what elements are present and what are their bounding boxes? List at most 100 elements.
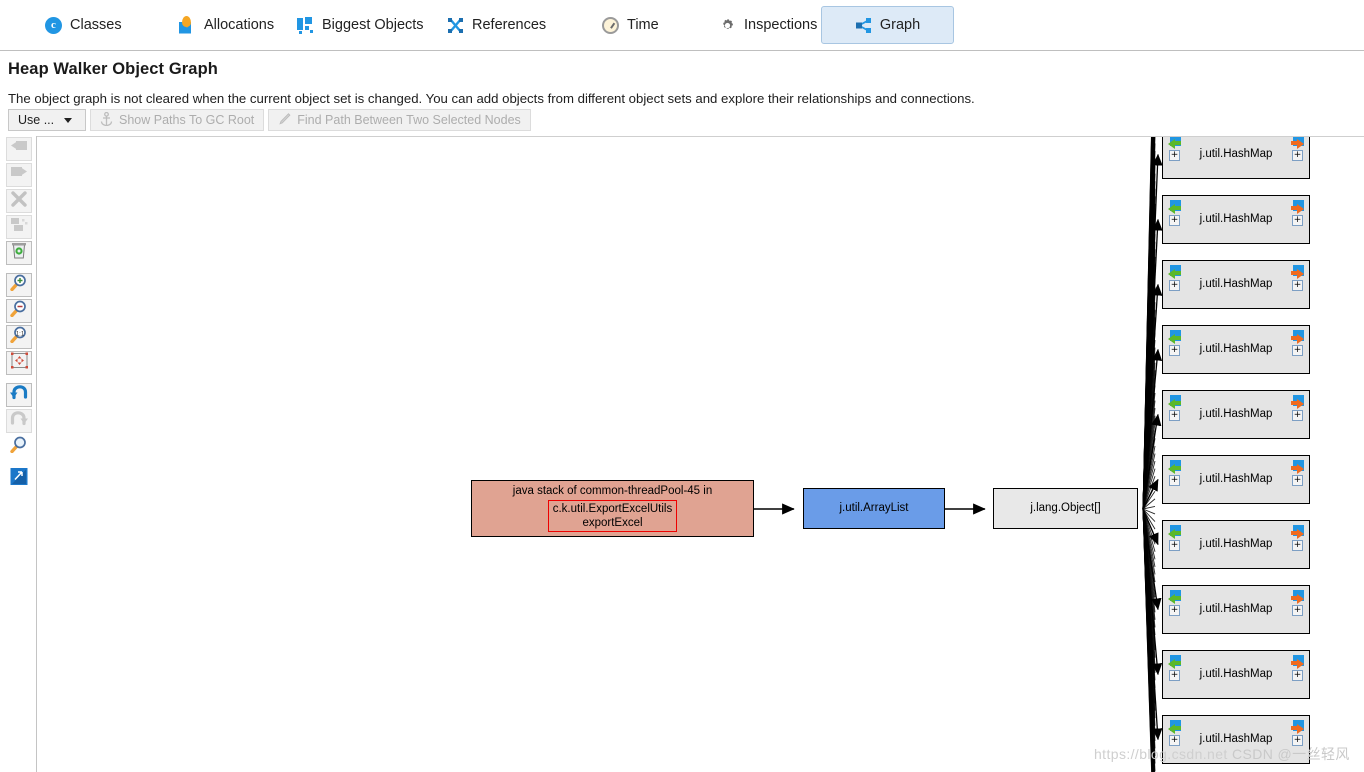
graph-node-hashmap[interactable]: + j.util.HashMap + [1162, 585, 1310, 634]
add-outgoing-references-button[interactable] [6, 163, 32, 187]
find-node-button[interactable] [6, 435, 32, 459]
tab-classes[interactable]: c Classes [30, 6, 137, 44]
graph-node-arraylist[interactable]: j.util.ArrayList [803, 488, 945, 529]
graph-node-hashmap[interactable]: + j.util.HashMap + [1162, 520, 1310, 569]
tab-inspections[interactable]: Inspections [704, 6, 832, 44]
incoming-references-icon[interactable] [1168, 655, 1185, 669]
expand-outgoing-button[interactable]: + [1292, 605, 1303, 616]
graph-node-object-array[interactable]: j.lang.Object[] [993, 488, 1138, 529]
graph-node-label: j.util.ArrayList [839, 502, 909, 514]
graph-icon [855, 17, 872, 34]
expand-outgoing-button[interactable]: + [1292, 735, 1303, 746]
graph-action-bar: Use ... Show Paths To GC Root Find Path … [8, 109, 531, 131]
graph-node-hashmap[interactable]: + j.util.HashMap + [1162, 260, 1310, 309]
remove-selected-nodes-button[interactable] [6, 189, 32, 213]
expand-incoming-button[interactable]: + [1169, 475, 1180, 486]
incoming-references-icon[interactable] [1168, 137, 1185, 149]
clear-graph-button[interactable] [6, 241, 32, 265]
incoming-references-icon[interactable] [1168, 525, 1185, 539]
graph-node-hashmap[interactable]: + j.util.HashMap + [1162, 650, 1310, 699]
outgoing-references-icon[interactable] [1287, 525, 1304, 539]
graph-node-line2: c.k.util.ExportExcelUtils [552, 503, 673, 515]
find-path-between-nodes-button[interactable]: Find Path Between Two Selected Nodes [268, 109, 531, 131]
expand-outgoing-button[interactable]: + [1292, 475, 1303, 486]
outgoing-references-icon[interactable] [1287, 590, 1304, 604]
incoming-references-icon[interactable] [1168, 200, 1185, 214]
zoom-in-button[interactable] [6, 273, 32, 297]
expand-incoming-button[interactable]: + [1169, 670, 1180, 681]
graph-node-line3: exportExcel [582, 517, 643, 529]
expand-outgoing-button[interactable]: + [1292, 410, 1303, 421]
graph-node-label: j.util.HashMap [1199, 538, 1273, 550]
show-paths-to-gc-root-button[interactable]: Show Paths To GC Root [90, 109, 265, 131]
tab-label: Inspections [744, 17, 818, 33]
expand-incoming-button[interactable]: + [1169, 150, 1180, 161]
anchor-icon [100, 111, 113, 129]
graph-node-hashmap[interactable]: + j.util.HashMap + [1162, 195, 1310, 244]
outgoing-references-icon[interactable] [1287, 137, 1304, 149]
fit-to-view-button[interactable] [6, 351, 32, 375]
trash-icon [10, 242, 28, 264]
graph-node-hashmap[interactable]: + j.util.HashMap + [1162, 455, 1310, 504]
graph-node-java-stack[interactable]: java stack of common-threadPool-45 in c.… [471, 480, 754, 537]
use-dropdown-button[interactable]: Use ... [8, 109, 86, 131]
svg-text:1:1: 1:1 [15, 331, 24, 337]
redo-button[interactable] [6, 409, 32, 433]
outgoing-references-icon[interactable] [1287, 460, 1304, 474]
graph-node-highlight-box: c.k.util.ExportExcelUtils exportExcel [547, 500, 678, 532]
expand-outgoing-button[interactable]: + [1292, 150, 1303, 161]
arrow-out-of-node-icon [10, 165, 28, 186]
expand-incoming-button[interactable]: + [1169, 605, 1180, 616]
outgoing-references-icon[interactable] [1287, 395, 1304, 409]
graph-node-label: j.util.HashMap [1199, 668, 1273, 680]
remove-unconnected-nodes-button[interactable] [6, 215, 32, 239]
tab-allocations[interactable]: Allocations [164, 6, 289, 44]
zoom-out-icon [9, 300, 29, 322]
classes-icon: c [45, 16, 62, 34]
expand-outgoing-button[interactable]: + [1292, 540, 1303, 551]
page-title: Heap Walker Object Graph [8, 60, 218, 78]
add-incoming-references-button[interactable] [6, 137, 32, 161]
graph-node-hashmap[interactable]: + j.util.HashMap + [1162, 715, 1310, 764]
incoming-references-icon[interactable] [1168, 720, 1185, 734]
zoom-out-button[interactable] [6, 299, 32, 323]
incoming-references-icon[interactable] [1168, 590, 1185, 604]
expand-incoming-button[interactable]: + [1169, 735, 1180, 746]
expand-incoming-button[interactable]: + [1169, 345, 1180, 356]
incoming-references-icon[interactable] [1168, 265, 1185, 279]
expand-outgoing-button[interactable]: + [1292, 670, 1303, 681]
undo-button[interactable] [6, 383, 32, 407]
outgoing-references-icon[interactable] [1287, 200, 1304, 214]
export-graph-button[interactable] [6, 467, 32, 491]
search-icon [9, 436, 29, 458]
expand-outgoing-button[interactable]: + [1292, 345, 1303, 356]
use-dropdown-label: Use ... [18, 113, 55, 127]
expand-incoming-button[interactable]: + [1169, 540, 1180, 551]
expand-incoming-button[interactable]: + [1169, 280, 1180, 291]
object-graph-canvas[interactable]: java stack of common-threadPool-45 in c.… [37, 136, 1364, 772]
graph-node-label: j.util.HashMap [1199, 733, 1273, 745]
graph-left-toolbar: 1:1 [0, 136, 37, 772]
outgoing-references-icon[interactable] [1287, 655, 1304, 669]
remove-unconnected-icon [10, 217, 28, 238]
outgoing-references-icon[interactable] [1287, 330, 1304, 344]
graph-node-hashmap[interactable]: + j.util.HashMap + [1162, 390, 1310, 439]
expand-outgoing-button[interactable]: + [1292, 215, 1303, 226]
tab-biggest-objects[interactable]: Biggest Objects [282, 6, 439, 44]
zoom-in-icon [9, 274, 29, 296]
expand-incoming-button[interactable]: + [1169, 215, 1180, 226]
graph-node-hashmap[interactable]: + j.util.HashMap + [1162, 137, 1310, 179]
tab-graph[interactable]: Graph [821, 6, 954, 44]
outgoing-references-icon[interactable] [1287, 720, 1304, 734]
graph-node-hashmap[interactable]: + j.util.HashMap + [1162, 325, 1310, 374]
expand-incoming-button[interactable]: + [1169, 410, 1180, 421]
incoming-references-icon[interactable] [1168, 460, 1185, 474]
tab-time[interactable]: Time [587, 6, 674, 44]
expand-outgoing-button[interactable]: + [1292, 280, 1303, 291]
graph-node-line1: java stack of common-threadPool-45 in [512, 485, 713, 497]
tab-references[interactable]: References [432, 6, 561, 44]
outgoing-references-icon[interactable] [1287, 265, 1304, 279]
zoom-actual-size-button[interactable]: 1:1 [6, 325, 32, 349]
incoming-references-icon[interactable] [1168, 395, 1185, 409]
incoming-references-icon[interactable] [1168, 330, 1185, 344]
